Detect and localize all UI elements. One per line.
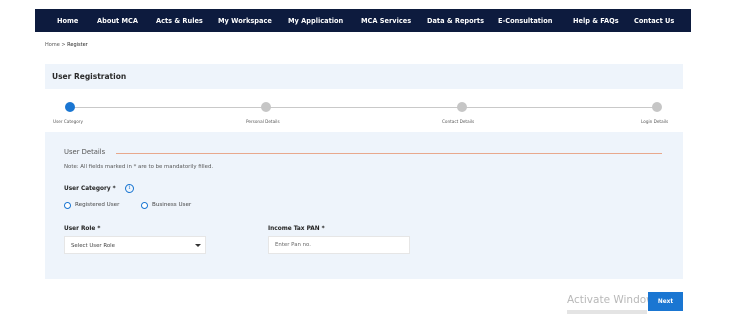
user-role-selected-value: Select User Role (71, 243, 115, 249)
nav-mca-services[interactable]: MCA Services (361, 17, 411, 25)
nav-help-faqs[interactable]: Help & FAQs (573, 17, 619, 25)
user-category-label: User Category * (64, 186, 116, 192)
radio-label-business-user: Business User (152, 202, 192, 208)
breadcrumb-separator: > (61, 42, 66, 48)
next-button[interactable]: Next (648, 292, 683, 311)
top-navigation-bar: Home About MCA Acts & Rules My Workspace… (35, 9, 691, 32)
radio-business-user[interactable] (141, 202, 148, 209)
step-label-user-category: User Category (53, 119, 84, 124)
registration-header: User Registration (45, 64, 683, 89)
step-dot-login-details (652, 102, 662, 112)
radio-label-registered-user: Registered User (75, 202, 120, 208)
breadcrumb-home[interactable]: Home (45, 42, 60, 48)
section-title: User Details (64, 148, 106, 156)
step-dot-personal-details (261, 102, 271, 112)
nav-my-workspace[interactable]: My Workspace (218, 17, 272, 25)
stepper-track (70, 107, 658, 108)
nav-data-reports[interactable]: Data & Reports (427, 17, 484, 25)
info-icon[interactable]: i (125, 184, 134, 193)
user-role-select[interactable]: Select User Role (64, 236, 206, 254)
nav-acts-rules[interactable]: Acts & Rules (156, 17, 203, 25)
page-title: User Registration (52, 72, 127, 81)
step-label-login-details: Login Details (641, 119, 669, 124)
caret-down-icon (195, 244, 201, 247)
step-dot-user-category (65, 102, 75, 112)
nav-my-application[interactable]: My Application (288, 17, 343, 25)
section-divider (116, 153, 662, 154)
pan-input[interactable] (268, 236, 410, 254)
nav-home[interactable]: Home (57, 17, 78, 25)
nav-about-mca[interactable]: About MCA (97, 17, 138, 25)
pan-label: Income Tax PAN * (268, 226, 325, 232)
user-role-label: User Role * (64, 226, 101, 232)
breadcrumb: Home > Register (45, 42, 88, 48)
mandatory-note: Note: All fields marked in * are to be m… (64, 164, 214, 170)
radio-registered-user[interactable] (64, 202, 71, 209)
nav-contact-us[interactable]: Contact Us (634, 17, 674, 25)
watermark-subtext-bar (567, 310, 647, 314)
step-dot-contact-details (457, 102, 467, 112)
step-label-contact-details: Contact Details (442, 119, 475, 124)
breadcrumb-current: Register (67, 42, 88, 48)
step-label-personal-details: Personal Details (246, 119, 280, 124)
activate-windows-watermark: Activate Windows (567, 294, 661, 306)
nav-e-consultation[interactable]: E-Consultation (498, 17, 552, 25)
